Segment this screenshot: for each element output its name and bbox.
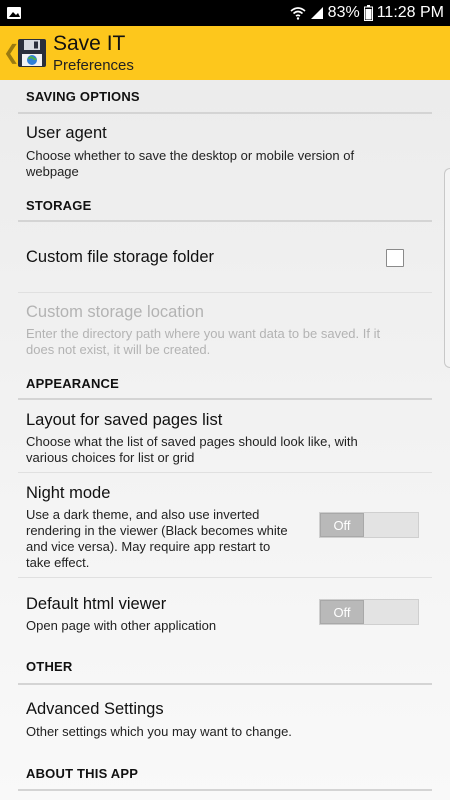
battery-icon xyxy=(363,5,373,21)
clock: 11:28 PM xyxy=(376,4,444,21)
pref-night-mode-summary: rendering in the viewer (Black becomes w… xyxy=(26,523,288,538)
item-divider xyxy=(18,292,432,293)
signal-strength-icon xyxy=(310,7,323,19)
section-header-about: ABOUT THIS APP xyxy=(26,766,139,781)
preferences-list[interactable]: SAVING OPTIONS User agent Choose whether… xyxy=(0,80,450,800)
default-viewer-toggle[interactable]: Off xyxy=(319,599,419,625)
item-divider xyxy=(18,472,432,473)
pref-night-mode-summary: and vice versa). May require app restart… xyxy=(26,539,271,554)
app-bar: ❮ Save IT Preferences xyxy=(0,26,450,80)
status-indicators: 83% 11:28 PM xyxy=(290,0,444,26)
wifi-calling-icon xyxy=(290,7,306,20)
pref-default-viewer-summary: Open page with other application xyxy=(26,618,217,633)
pref-night-mode-summary: take effect. xyxy=(26,555,90,570)
battery-percent: 83% xyxy=(327,4,360,21)
pref-night-mode-summary: Use a dark theme, and also use inverted xyxy=(26,507,260,522)
pref-advanced-settings-title: Advanced Settings xyxy=(26,700,164,718)
section-header-storage: STORAGE xyxy=(26,198,92,213)
night-mode-toggle-thumb: Off xyxy=(320,513,364,537)
section-divider xyxy=(18,112,432,114)
section-header-saving-options: SAVING OPTIONS xyxy=(26,89,140,104)
gallery-notification-icon xyxy=(7,7,21,19)
app-title: Save IT xyxy=(53,32,126,55)
pref-layout-summary: various choices for list or grid xyxy=(26,450,195,465)
pref-user-agent-title: User agent xyxy=(26,124,107,142)
pref-layout-summary: Choose what the list of saved pages shou… xyxy=(26,434,358,449)
default-viewer-toggle-thumb: Off xyxy=(320,600,364,624)
pref-custom-storage-location-title: Custom storage location xyxy=(26,303,204,321)
pref-night-mode-title: Night mode xyxy=(26,484,111,502)
pref-custom-storage-location-summary: Enter the directory path where you want … xyxy=(26,326,381,341)
section-header-other: OTHER xyxy=(26,659,73,674)
pref-layout-title: Layout for saved pages list xyxy=(26,411,223,429)
scrollbar-handle[interactable] xyxy=(444,168,450,368)
pref-user-agent-summary: webpage xyxy=(26,164,79,179)
screen-subtitle: Preferences xyxy=(53,57,134,74)
status-bar: 83% 11:28 PM xyxy=(0,0,450,26)
pref-custom-storage-folder-title: Custom file storage folder xyxy=(26,248,215,266)
section-divider xyxy=(18,789,432,791)
pref-custom-storage-location-summary: does not exist, it will be created. xyxy=(26,342,211,357)
custom-storage-folder-checkbox[interactable] xyxy=(386,249,404,267)
section-divider xyxy=(18,220,432,222)
save-it-logo-icon[interactable] xyxy=(16,37,48,69)
pref-default-viewer-title: Default html viewer xyxy=(26,595,167,613)
section-divider xyxy=(18,398,432,400)
pref-user-agent-summary: Choose whether to save the desktop or mo… xyxy=(26,148,355,163)
night-mode-toggle[interactable]: Off xyxy=(319,512,419,538)
section-header-appearance: APPEARANCE xyxy=(26,376,120,391)
pref-advanced-settings-summary: Other settings which you may want to cha… xyxy=(26,724,292,739)
item-divider xyxy=(18,577,432,578)
section-divider xyxy=(18,683,432,685)
